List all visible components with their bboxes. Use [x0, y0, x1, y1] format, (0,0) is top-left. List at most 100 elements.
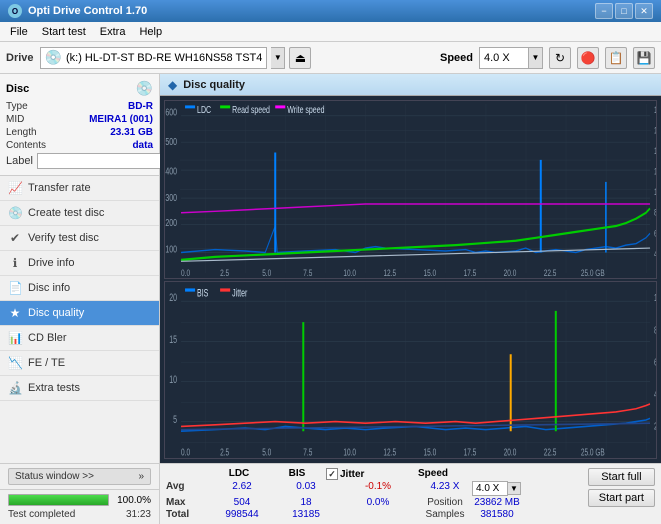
- menu-start-test[interactable]: Start test: [36, 25, 92, 39]
- disc-label-row: Label 🔍: [6, 153, 153, 169]
- avg-jitter: -0.1%: [338, 481, 418, 496]
- svg-text:10.0: 10.0: [343, 268, 356, 278]
- nav-cd-bler[interactable]: 📊 CD Bler: [0, 326, 159, 351]
- disc-panel-title: Disc: [6, 83, 29, 95]
- svg-text:2%: 2%: [654, 420, 656, 432]
- disc-mid-label: MID: [6, 114, 24, 125]
- close-button[interactable]: ✕: [635, 3, 653, 19]
- speed-select-dropdown[interactable]: ▼: [508, 482, 521, 495]
- nav-create-test-disc-label: Create test disc: [28, 207, 104, 219]
- stats-header-spacer: [166, 468, 210, 480]
- stats-total-row: Total 998544 13185 Samples 381580: [166, 509, 570, 520]
- svg-text:20: 20: [169, 291, 177, 303]
- disc-label-input[interactable]: [37, 153, 175, 169]
- status-window-button[interactable]: Status window >> »: [8, 468, 151, 485]
- menu-extra[interactable]: Extra: [94, 25, 132, 39]
- disc-label-label: Label: [6, 155, 33, 167]
- toolbar-btn4[interactable]: 💾: [633, 47, 655, 69]
- svg-text:0.0: 0.0: [181, 445, 190, 457]
- nav-disc-info-label: Disc info: [28, 282, 70, 294]
- disc-length-value: 23.31 GB: [110, 127, 153, 138]
- svg-text:LDC: LDC: [197, 103, 212, 115]
- status-time-row: Test completed 31:23: [8, 509, 151, 520]
- bottom-left-stats: LDC BIS ✓ Jitter Speed Avg 2.62 0.03 -0.…: [166, 468, 570, 520]
- speed-value: 4.0 X: [484, 52, 510, 64]
- minimize-button[interactable]: −: [595, 3, 613, 19]
- speed-value: 4.23 X: [418, 481, 472, 496]
- svg-text:7.5: 7.5: [303, 268, 312, 278]
- drive-select-arrow[interactable]: ▼: [271, 47, 285, 69]
- charts-container: 600 500 400 300 200 100 18X 16X 14X 12X …: [160, 96, 661, 463]
- disc-type-row: Type BD-R: [6, 101, 153, 112]
- extra-tests-icon: 🔬: [8, 381, 22, 395]
- sidebar: Disc 💿 Type BD-R MID MEIRA1 (001) Length…: [0, 74, 160, 524]
- stats-header: LDC BIS ✓ Jitter Speed: [166, 468, 570, 480]
- start-full-button[interactable]: Start full: [588, 468, 655, 486]
- cd-bler-icon: 📊: [8, 331, 22, 345]
- nav-fe-te[interactable]: 📉 FE / TE: [0, 351, 159, 376]
- avg-ldc: 2.62: [210, 481, 274, 496]
- toolbar-btn1[interactable]: ↻: [549, 47, 571, 69]
- max-bis: 18: [274, 497, 338, 508]
- status-text: Test completed: [8, 509, 75, 520]
- eject-button[interactable]: ⏏: [289, 47, 311, 69]
- speed-select-arrow[interactable]: ▼: [529, 47, 543, 69]
- jitter-check-area: ✓ Jitter: [326, 468, 406, 480]
- speed-select[interactable]: 4.0 X: [479, 47, 529, 69]
- disc-mid-value: MEIRA1 (001): [89, 114, 153, 125]
- panel-header-icon: ◆: [168, 78, 177, 92]
- fe-te-icon: 📉: [8, 356, 22, 370]
- menu-file[interactable]: File: [4, 25, 34, 39]
- progress-pct: 100.0%: [115, 495, 151, 506]
- svg-text:18X: 18X: [654, 105, 656, 116]
- main-layout: Disc 💿 Type BD-R MID MEIRA1 (001) Length…: [0, 74, 661, 524]
- total-jitter-spacer: [338, 509, 418, 520]
- avg-label: Avg: [166, 481, 210, 496]
- nav-extra-tests[interactable]: 🔬 Extra tests: [0, 376, 159, 401]
- nav-disc-quality[interactable]: ★ Disc quality: [0, 301, 159, 326]
- position-value: 23862 MB: [472, 497, 522, 508]
- create-test-disc-icon: 💿: [8, 206, 22, 220]
- svg-text:20.0: 20.0: [504, 445, 517, 457]
- svg-text:2.5: 2.5: [220, 268, 229, 278]
- nav-verify-test-disc[interactable]: ✔ Verify test disc: [0, 226, 159, 251]
- svg-text:15: 15: [169, 333, 177, 345]
- drive-select-wrap: 💿 (k:) HL-DT-ST BD-RE WH16NS58 TST4 ▼ ⏏: [40, 47, 434, 69]
- svg-text:10%: 10%: [654, 291, 656, 303]
- nav-transfer-rate-label: Transfer rate: [28, 182, 91, 194]
- start-buttons: Start full Start part: [588, 468, 655, 520]
- svg-text:Read speed: Read speed: [232, 103, 270, 115]
- svg-text:10X: 10X: [654, 187, 656, 198]
- nav-create-test-disc[interactable]: 💿 Create test disc: [0, 201, 159, 226]
- app-icon: O: [8, 4, 22, 18]
- svg-text:6%: 6%: [654, 355, 656, 367]
- disc-info-icon: 📄: [8, 281, 22, 295]
- svg-text:5.0: 5.0: [262, 268, 271, 278]
- drive-info-icon: ℹ: [8, 256, 22, 270]
- nav-drive-info[interactable]: ℹ Drive info: [0, 251, 159, 276]
- samples-label: Samples: [418, 509, 472, 520]
- disc-contents-value: data: [132, 140, 153, 151]
- start-part-button[interactable]: Start part: [588, 489, 655, 507]
- disc-type-label: Type: [6, 101, 28, 112]
- status-bar-section: Status window >> »: [0, 463, 159, 489]
- menu-help[interactable]: Help: [133, 25, 168, 39]
- maximize-button[interactable]: □: [615, 3, 633, 19]
- nav-disc-info[interactable]: 📄 Disc info: [0, 276, 159, 301]
- svg-text:20.0: 20.0: [504, 268, 517, 278]
- nav-transfer-rate[interactable]: 📈 Transfer rate: [0, 176, 159, 201]
- svg-text:14X: 14X: [654, 146, 656, 157]
- sidebar-bottom: Status window >> » 100.0% Test completed…: [0, 463, 159, 524]
- svg-text:5.0: 5.0: [262, 445, 271, 457]
- stats-header-bis: BIS: [268, 468, 326, 480]
- speed-select-val[interactable]: 4.0 X: [472, 481, 508, 496]
- toolbar-btn2[interactable]: 🔴: [577, 47, 599, 69]
- nav-cd-bler-label: CD Bler: [28, 332, 67, 344]
- svg-text:100: 100: [165, 243, 177, 255]
- jitter-checkbox[interactable]: ✓: [326, 468, 338, 480]
- drive-select[interactable]: 💿 (k:) HL-DT-ST BD-RE WH16NS58 TST4: [40, 47, 268, 69]
- speed-label: Speed: [440, 52, 473, 64]
- toolbar-btn3[interactable]: 📋: [605, 47, 627, 69]
- svg-text:25.0 GB: 25.0 GB: [581, 445, 605, 457]
- total-bis: 13185: [274, 509, 338, 520]
